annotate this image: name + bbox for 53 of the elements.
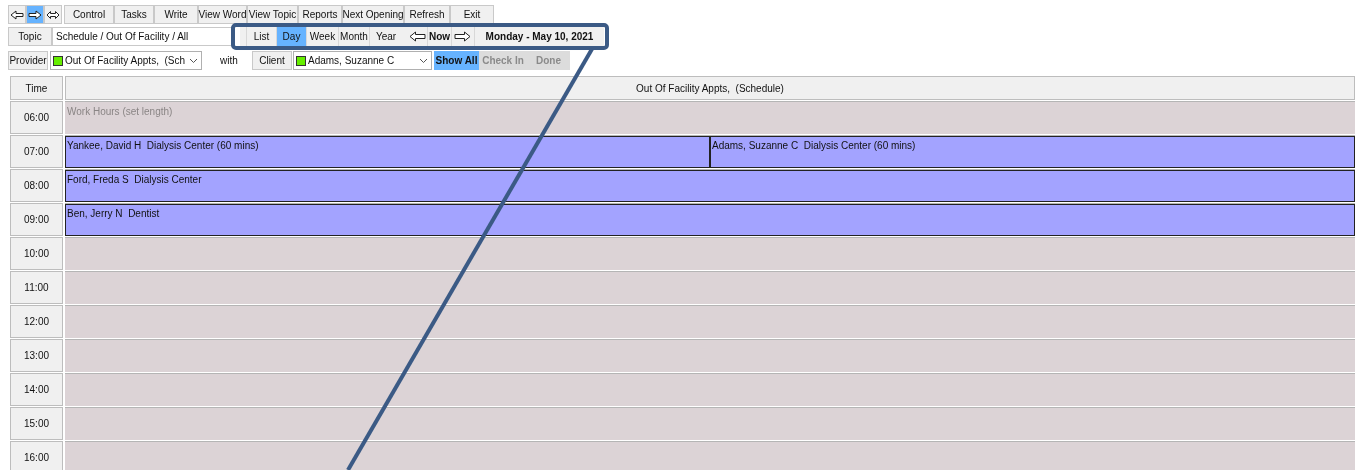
client-select[interactable]: Adams, Suzanne C xyxy=(293,51,432,70)
left-arrow-icon xyxy=(10,9,24,20)
provider-button[interactable]: Provider xyxy=(8,51,48,70)
column-header: Time xyxy=(10,76,63,100)
appointment-block[interactable]: Adams, Suzanne C Dialysis Center (60 mins) xyxy=(710,136,1355,168)
now-button[interactable]: Now xyxy=(427,27,452,46)
appointment-block[interactable]: Ben, Jerry N Dentist xyxy=(65,204,1355,236)
time-cell: 10:00 xyxy=(10,237,63,270)
date-label: Monday - May 10, 2021 xyxy=(474,27,604,46)
right-arrow-icon xyxy=(28,9,42,20)
toolbar-button[interactable]: Control xyxy=(64,5,114,24)
topic-field[interactable]: Schedule / Out Of Facility / All xyxy=(52,27,232,46)
double-arrow-icon xyxy=(46,9,60,20)
toolbar-button[interactable]: Write xyxy=(154,5,198,24)
column-header: Out Of Facility Appts, (Schedule) xyxy=(65,76,1355,100)
right-arrow-button[interactable] xyxy=(26,5,44,24)
time-cell: 06:00 xyxy=(10,101,63,134)
filter-button: Check In xyxy=(479,51,527,70)
time-cell: 11:00 xyxy=(10,271,63,304)
time-cell: 07:00 xyxy=(10,135,63,168)
select-value: Adams, Suzanne C xyxy=(308,54,396,68)
time-slot[interactable] xyxy=(65,305,1355,338)
time-cell: 16:00 xyxy=(10,441,63,470)
filter-button: Done xyxy=(527,51,570,70)
time-slot[interactable] xyxy=(65,373,1355,406)
appointment-block[interactable]: Yankee, David H Dialysis Center (60 mins) xyxy=(65,136,710,168)
topic-button[interactable]: Topic xyxy=(8,27,52,46)
time-slot[interactable] xyxy=(65,441,1355,470)
provider-select[interactable]: Out Of Facility Appts, (Sch xyxy=(50,51,202,70)
chevron-icon xyxy=(189,57,198,64)
toolbar-button[interactable]: Tasks xyxy=(114,5,154,24)
time-cell: 09:00 xyxy=(10,203,63,236)
time-slot[interactable] xyxy=(65,339,1355,372)
time-cell: 15:00 xyxy=(10,407,63,440)
client-button[interactable]: Client xyxy=(252,51,292,70)
time-slot[interactable] xyxy=(65,237,1355,270)
filter-button[interactable]: Show All xyxy=(434,51,479,70)
view-tab[interactable]: Month xyxy=(338,27,369,46)
left-arrow-button[interactable] xyxy=(8,5,26,24)
time-slot[interactable] xyxy=(65,271,1355,304)
with-label: with xyxy=(220,54,239,68)
select-value: Out Of Facility Appts, (Sch xyxy=(65,54,187,68)
chevron-icon xyxy=(419,57,428,64)
time-cell: 14:00 xyxy=(10,373,63,406)
view-tab[interactable]: Day xyxy=(276,27,306,46)
time-cell: 13:00 xyxy=(10,339,63,372)
time-cell: 12:00 xyxy=(10,305,63,338)
double-arrow-button[interactable] xyxy=(44,5,62,24)
appointment-block[interactable]: Ford, Freda S Dialysis Center xyxy=(65,170,1355,202)
time-cell: 08:00 xyxy=(10,169,63,202)
time-slot[interactable] xyxy=(65,407,1355,440)
toolbar-button[interactable]: View Word xyxy=(198,5,247,24)
view-tab[interactable]: Week xyxy=(306,27,338,46)
